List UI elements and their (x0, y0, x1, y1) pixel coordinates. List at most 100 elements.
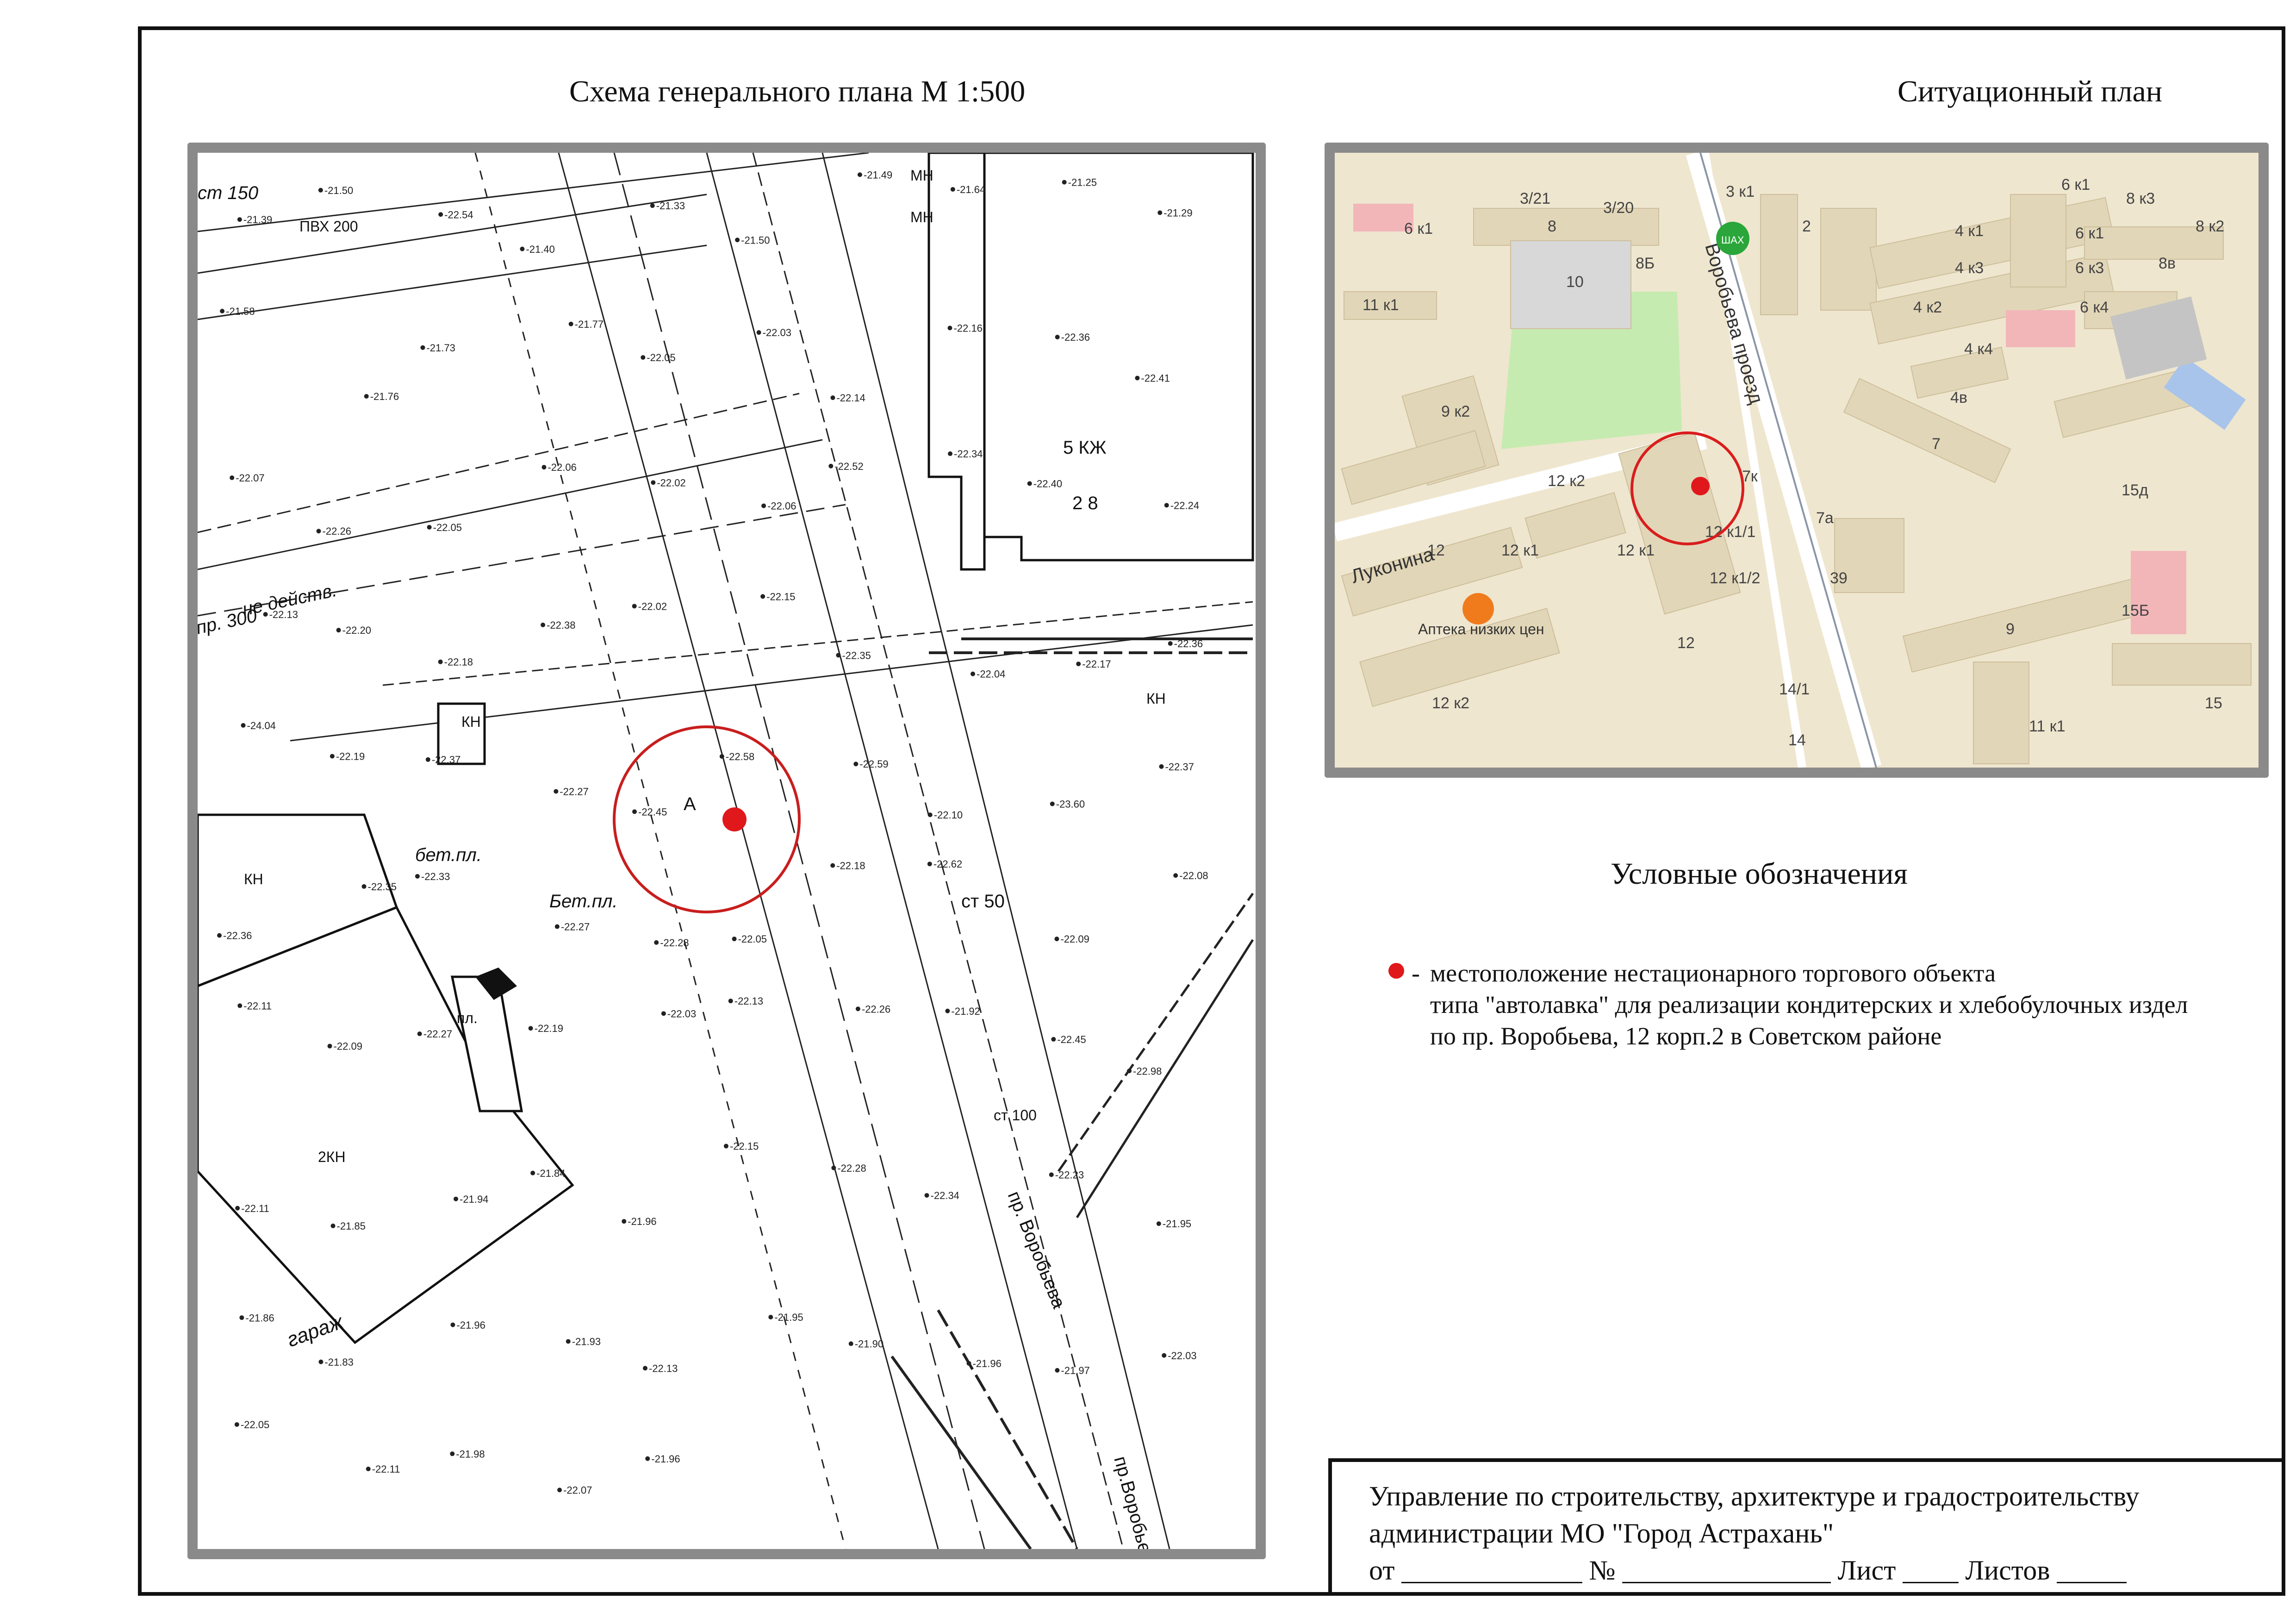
elevation-point (239, 1315, 244, 1320)
elevation-label: -22.37 (432, 754, 460, 766)
elevation-point (643, 1366, 648, 1371)
map-label: 6 к3 (2075, 259, 2104, 277)
elevation-point (541, 465, 547, 470)
elevation-label: -22.14 (836, 392, 865, 404)
elevation-label: -22.10 (934, 809, 963, 821)
map-label: 10 (1566, 273, 1584, 291)
elevation-point (1049, 1172, 1054, 1177)
legend-marker-icon (1388, 963, 1404, 979)
elevation-point (622, 1219, 627, 1224)
map-label: 15Б (2122, 602, 2149, 619)
elevation-point (234, 1422, 239, 1427)
elevation-label: -22.27 (560, 786, 588, 797)
plan-label: ст 150 (198, 183, 258, 203)
general-plan-map: 5 КЖ 2 8 КН 2КН КН КН МН МН пр. Воробьев… (187, 143, 1266, 1559)
elevation-point (330, 1224, 336, 1229)
elevation-point (520, 246, 525, 251)
map-label: 12 к1/2 (1710, 569, 1760, 587)
elevation-point (857, 172, 862, 177)
plan-label: бет.пл. (415, 845, 482, 865)
elevation-label: -22.03 (667, 1008, 696, 1019)
elevation-point (1054, 937, 1059, 942)
elevation-point (651, 480, 656, 485)
elevation-label: -21.29 (1164, 207, 1192, 219)
elevation-point (735, 237, 740, 243)
elevation-label: -21.98 (456, 1448, 485, 1460)
elevation-point (438, 659, 443, 664)
elevation-point (1157, 210, 1163, 215)
elevation-point (1062, 180, 1067, 185)
elevation-label: -22.37 (1165, 761, 1194, 773)
elevation-point (1156, 1221, 1161, 1226)
pharmacy-icon (1462, 593, 1494, 625)
map-label: 9 к2 (1441, 403, 1470, 420)
elevation-label: -22.11 (372, 1463, 400, 1475)
elevation-point (950, 187, 955, 192)
plan-label: пл. (457, 1010, 478, 1026)
elevation-label: -22.02 (638, 600, 667, 612)
elevation-label: -22.04 (977, 668, 1005, 680)
elevation-label: -22.02 (657, 477, 685, 488)
map-label: 12 к1 (1617, 542, 1655, 559)
elevation-label: -21.39 (243, 214, 272, 225)
elevation-label: -21.77 (575, 319, 604, 330)
title-block: Управление по строительству, архитектуре… (1328, 1458, 2282, 1593)
elevation-point (828, 463, 834, 468)
elevation-label: -21.84 (536, 1168, 565, 1179)
elevation-point (1127, 1068, 1132, 1074)
elevation-point (241, 723, 246, 728)
elevation-point (528, 1026, 533, 1031)
map-label: 11 к1 (2029, 718, 2066, 735)
object-location-marker (722, 807, 747, 831)
elevation-point (415, 874, 420, 879)
elevation-point (836, 653, 841, 658)
elevation-point (1050, 801, 1055, 806)
elevation-label: -21.93 (572, 1336, 601, 1348)
elevation-label: -22.13 (269, 609, 298, 620)
plan-label: КН (461, 713, 481, 730)
elevation-label: -21.64 (957, 184, 985, 195)
elevation-label: -22.36 (1174, 638, 1203, 650)
elevation-point (719, 754, 724, 759)
elevation-point (557, 1487, 562, 1493)
elevation-label: -22.45 (1057, 1034, 1086, 1045)
elevation-label: -21.94 (460, 1193, 488, 1205)
map-label: 8Б (1636, 255, 1655, 272)
elevation-point (1164, 503, 1169, 508)
elevation-label: -21.40 (526, 244, 554, 255)
plan-label: КН (244, 871, 263, 887)
elevation-point (427, 525, 432, 530)
elevation-point (316, 529, 321, 534)
elevation-label: -21.97 (1061, 1365, 1089, 1376)
elevation-label: -21.90 (855, 1338, 884, 1350)
elevation-point (237, 217, 242, 222)
elevation-label: -22.23 (1055, 1169, 1084, 1181)
elevation-point (1162, 1353, 1167, 1358)
map-label: 8в (2159, 255, 2176, 272)
elevation-label: -21.96 (972, 1358, 1001, 1369)
elevation-point (632, 604, 637, 609)
elevation-label: -22.11 (241, 1203, 269, 1214)
elevation-point (318, 187, 323, 193)
title-block-line: администрации МО "Город Астрахань" (1369, 1518, 1834, 1549)
map-label: 8 (1548, 218, 1556, 235)
elevation-label: -22.07 (236, 472, 264, 484)
map-label: 4 к2 (1913, 299, 1942, 316)
map-label: 14 (1788, 731, 1806, 749)
elevation-label: -22.19 (336, 750, 365, 762)
elevation-point (364, 394, 369, 399)
general-plan-title: Схема генерального плана М 1:500 (569, 75, 1026, 108)
map-label: 12 к2 (1548, 472, 1585, 490)
elevation-label: -21.73 (426, 342, 455, 354)
elevation-point (554, 789, 559, 794)
title-block-line: Управление по строительству, архитектуре… (1369, 1481, 2140, 1512)
title-block-line: от _____________ № _______________ Лист … (1369, 1555, 2127, 1586)
elevation-label: -22.05 (433, 522, 462, 533)
map-label: 6 к1 (1404, 220, 1433, 237)
elevation-point (971, 671, 976, 676)
elevation-label: -22.13 (734, 995, 763, 1007)
map-label: 14/1 (1779, 681, 1810, 698)
object-location-marker (1691, 477, 1710, 495)
elevation-point (650, 203, 655, 208)
elevation-label: -22.59 (859, 758, 888, 770)
